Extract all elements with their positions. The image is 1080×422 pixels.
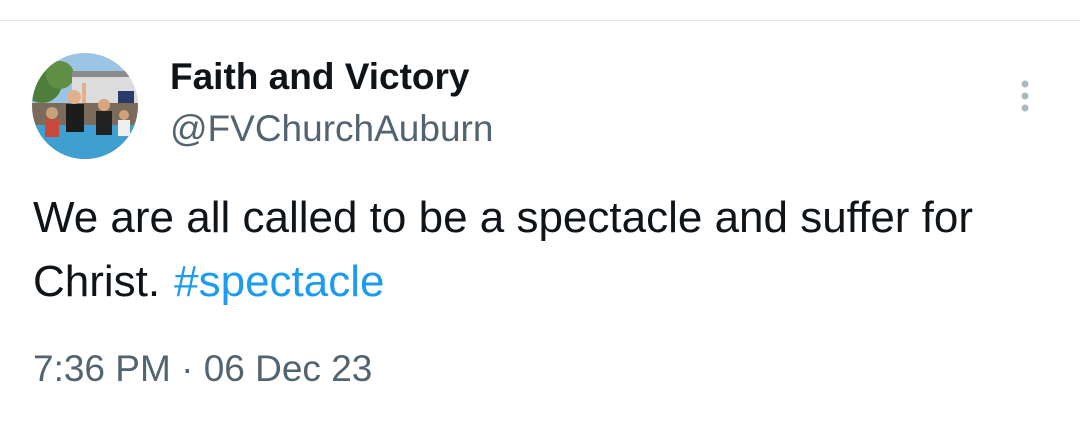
author-handle[interactable]: @FVChurchAuburn [170, 108, 493, 150]
tweet-date: 06 Dec 23 [203, 348, 373, 389]
avatar[interactable] [32, 53, 138, 159]
tweet-timestamp[interactable]: 7:36 PM · 06 Dec 23 [33, 348, 372, 390]
more-vertical-icon [1021, 80, 1029, 112]
avatar-photo [32, 53, 138, 159]
tweet-body: We are all called to be a spectacle and … [33, 186, 1033, 314]
hashtag-link[interactable]: #spectacle [174, 257, 384, 306]
author-display-name[interactable]: Faith and Victory [170, 56, 470, 98]
top-divider [0, 20, 1080, 21]
timestamp-separator: · [181, 348, 194, 389]
more-options-button[interactable] [1008, 74, 1042, 118]
tweet-time: 7:36 PM [33, 348, 171, 389]
